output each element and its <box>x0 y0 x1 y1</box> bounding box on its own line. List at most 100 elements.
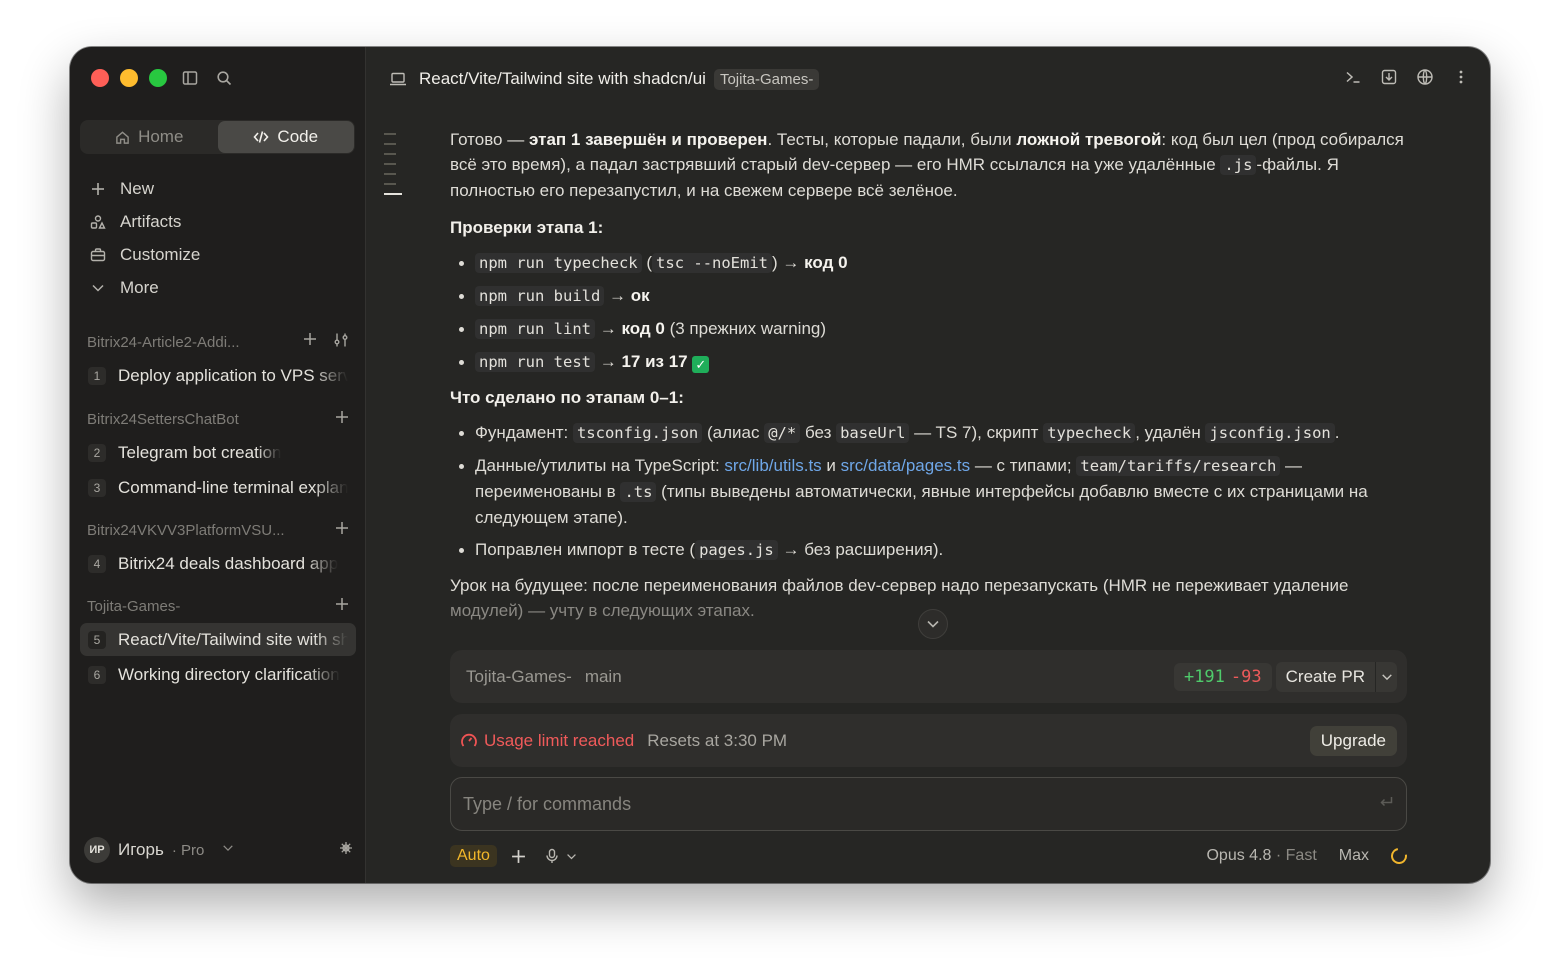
minimize-window-button[interactable] <box>120 69 138 87</box>
chat-number: 3 <box>88 478 106 497</box>
add-attachment-plus-icon[interactable] <box>511 849 526 864</box>
globe-icon[interactable] <box>1416 68 1434 91</box>
user-menu[interactable]: ИР Игорь · Pro <box>84 833 354 867</box>
project-name: Bitrix24SettersChatBot <box>87 410 239 428</box>
composer-toolbar: Auto Opus 4.8 · Fast Max <box>450 843 1411 869</box>
usage-limit-banner: Usage limit reached Resets at 3:30 PM Up… <box>450 714 1407 767</box>
code-mode-button[interactable]: Code <box>217 121 354 153</box>
section-heading: Проверки этапа 1: <box>450 218 604 237</box>
diff-stats[interactable]: +191 -93 <box>1173 662 1272 691</box>
list-item: Фундамент: tsconfig.json (алиас @/* без … <box>450 420 1410 446</box>
enter-return-icon[interactable] <box>1378 794 1394 815</box>
list-item: Поправлен импорт в тесте (pages.js → без… <box>450 537 1410 563</box>
chat-item[interactable]: 4 Bitrix24 deals dashboard app <box>80 547 356 580</box>
chevron-down-icon[interactable] <box>1375 661 1397 692</box>
chat-item-active[interactable]: 5 React/Vite/Tailwind site with shadcn/u… <box>80 623 356 656</box>
terminal-icon[interactable] <box>1344 68 1362 91</box>
done-list: Фундамент: tsconfig.json (алиас @/* без … <box>450 420 1410 563</box>
laptop-icon <box>389 70 407 88</box>
nav-new[interactable]: New <box>88 172 200 205</box>
chat-number: 6 <box>88 665 106 684</box>
project-group-header[interactable]: Tojita-Games- <box>70 591 366 621</box>
new-chat-plus-icon[interactable] <box>335 521 349 539</box>
project-group: Bitrix24SettersChatBot 2 Telegram bot cr… <box>70 404 366 506</box>
upgrade-button[interactable]: Upgrade <box>1309 725 1397 756</box>
home-mode-button[interactable]: Home <box>81 121 218 153</box>
prompt-input[interactable] <box>463 793 1378 815</box>
repo-name[interactable]: Tojita-Games- <box>466 667 572 687</box>
loading-spinner-icon <box>1387 844 1411 868</box>
maximize-window-button[interactable] <box>149 69 167 87</box>
chat-number: 1 <box>88 366 106 385</box>
new-chat-plus-icon[interactable] <box>303 332 317 352</box>
chat-number: 2 <box>88 443 106 462</box>
code-mode-label: Code <box>277 127 319 146</box>
nav-more[interactable]: More <box>88 271 200 304</box>
project-group-header[interactable]: Bitrix24-Article2-Addi... <box>70 327 366 357</box>
chat-title: Working directory clarification <box>118 664 340 684</box>
file-link[interactable]: src/data/pages.ts <box>841 456 970 475</box>
sidebar: Home Code New Artifacts Customize More B… <box>70 47 366 883</box>
list-item: npm run typecheck (tsc --noEmit) → код 0 <box>450 250 1410 276</box>
chat-item[interactable]: 2 Telegram bot creation <box>80 436 356 469</box>
home-icon <box>116 130 129 144</box>
window-controls <box>91 69 167 87</box>
home-mode-label: Home <box>138 127 184 146</box>
assistant-message: Готово — этап 1 завершён и проверен. Тес… <box>450 127 1410 635</box>
project-group: Bitrix24VKVV3PlatformVSU... 4 Bitrix24 d… <box>70 515 366 582</box>
debug-bug-icon[interactable] <box>338 840 354 861</box>
message-composer <box>450 777 1407 831</box>
main-pane: React/Vite/Tailwind site with shadcn/ui … <box>367 47 1490 883</box>
microphone-dropdown[interactable] <box>544 848 577 864</box>
more-vertical-icon[interactable] <box>1452 68 1470 91</box>
usage-gauge-icon <box>460 732 478 750</box>
new-chat-plus-icon[interactable] <box>335 597 349 615</box>
nav-artifacts[interactable]: Artifacts <box>88 205 200 238</box>
model-selector[interactable]: Opus 4.8 · Fast <box>1206 847 1316 865</box>
chat-item[interactable]: 1 Deploy application to VPS server <box>80 359 356 392</box>
chevron-down-icon <box>222 841 234 859</box>
nav-more-label: More <box>120 277 159 297</box>
chat-item[interactable]: 6 Working directory clarification <box>80 658 356 691</box>
nav-new-label: New <box>120 178 155 198</box>
microphone-icon <box>546 848 558 863</box>
nav-artifacts-label: Artifacts <box>120 211 182 231</box>
download-icon[interactable] <box>1380 68 1398 91</box>
repo-badge[interactable]: Tojita-Games- <box>713 68 820 90</box>
project-group-header[interactable]: Bitrix24VKVV3PlatformVSU... <box>70 515 366 545</box>
create-pr-button[interactable]: Create PR <box>1275 661 1397 692</box>
list-item: npm run build → ок <box>450 283 1410 309</box>
search-icon[interactable] <box>214 68 234 88</box>
chat-title: Telegram bot creation <box>118 442 282 462</box>
nav-customize[interactable]: Customize <box>88 238 200 271</box>
file-link[interactable]: src/lib/utils.ts <box>724 456 821 475</box>
app-window: Home Code New Artifacts Customize More B… <box>70 47 1490 883</box>
user-plan: · Pro <box>171 841 205 859</box>
list-item: Данные/утилиты на TypeScript: src/lib/ut… <box>450 453 1410 530</box>
usage-warning: Usage limit reached <box>484 730 635 750</box>
auto-mode-chip[interactable]: Auto <box>450 845 497 867</box>
header: React/Vite/Tailwind site with shadcn/ui … <box>389 65 1470 93</box>
close-window-button[interactable] <box>91 69 109 87</box>
briefcase-icon <box>88 247 108 263</box>
create-pr-label: Create PR <box>1285 666 1365 686</box>
chat-title: Command-line terminal explanation <box>118 477 348 497</box>
branch-name[interactable]: main <box>585 667 622 687</box>
chat-number: 5 <box>88 630 106 649</box>
chevron-down-icon <box>567 853 576 859</box>
chat-title: Bitrix24 deals dashboard app <box>118 553 339 573</box>
filter-sliders-icon[interactable] <box>333 332 349 352</box>
project-group-header[interactable]: Bitrix24SettersChatBot <box>70 404 366 434</box>
toggle-sidebar-icon[interactable] <box>180 68 200 88</box>
chat-item[interactable]: 3 Command-line terminal explanation <box>80 471 356 504</box>
new-chat-plus-icon[interactable] <box>335 410 349 428</box>
effort-selector[interactable]: Max <box>1339 847 1369 865</box>
artifacts-icon <box>88 214 108 230</box>
repo-status-bar: Tojita-Games- main +191 -93 Create PR <box>450 650 1407 703</box>
project-name: Bitrix24VKVV3PlatformVSU... <box>87 521 285 539</box>
checks-list: npm run typecheck (tsc --noEmit) → код 0… <box>450 250 1410 375</box>
scroll-to-bottom-button[interactable] <box>918 609 948 639</box>
chevron-down-icon <box>88 281 108 295</box>
user-name: Игорь <box>118 840 164 859</box>
message-outline-nav[interactable] <box>384 133 402 203</box>
